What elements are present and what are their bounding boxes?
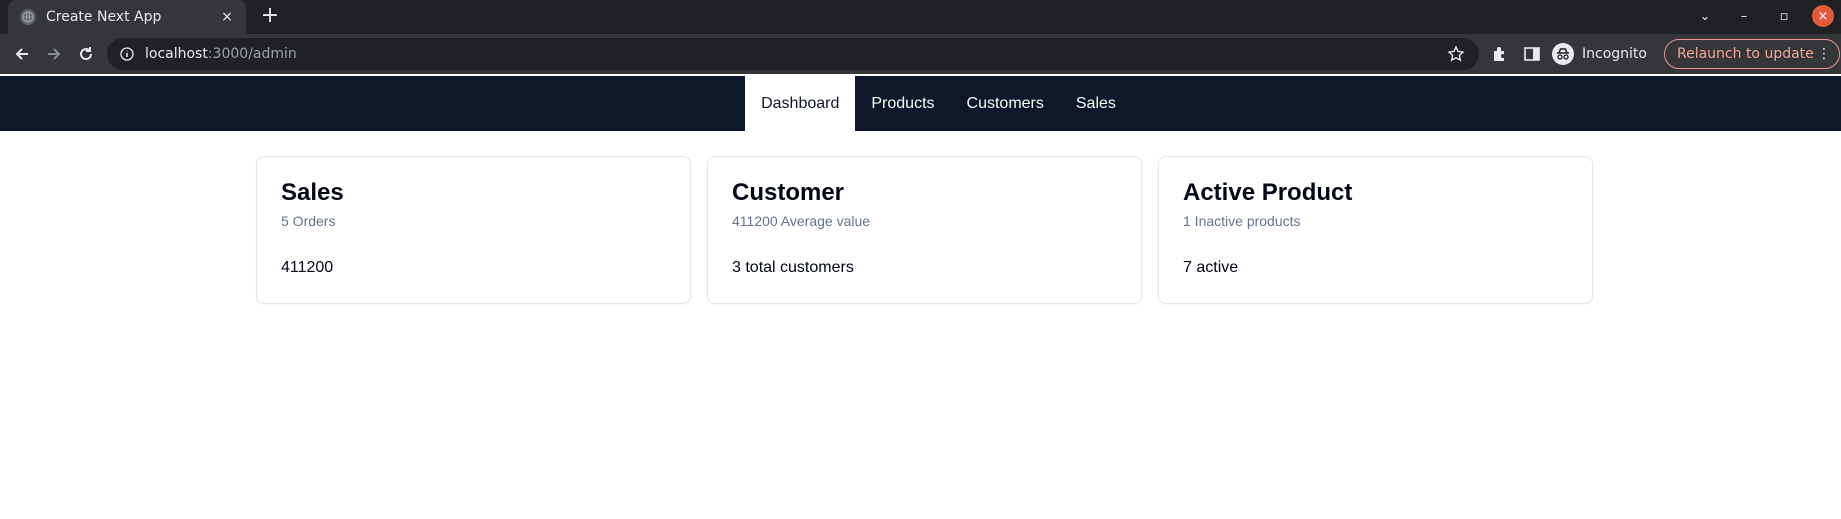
- nav-link-sales[interactable]: Sales: [1060, 76, 1132, 131]
- bookmark-star-icon[interactable]: [1447, 45, 1465, 63]
- browser-tabstrip: Create Next App × + ⌄ – ▫ ×: [0, 0, 1841, 34]
- relaunch-label: Relaunch to update: [1677, 46, 1814, 62]
- address-bar[interactable]: localhost:3000/admin: [107, 38, 1479, 70]
- admin-navbar: Dashboard Products Customers Sales: [0, 76, 1841, 131]
- restore-icon[interactable]: ▫: [1772, 4, 1796, 28]
- window-close-icon[interactable]: ×: [1812, 5, 1834, 27]
- incognito-label: Incognito: [1582, 46, 1647, 62]
- menu-dots-icon[interactable]: ⋮: [1817, 46, 1831, 62]
- minimize-icon[interactable]: –: [1732, 4, 1756, 28]
- card-value: 411200: [281, 259, 334, 276]
- site-info-icon[interactable]: [119, 46, 135, 62]
- incognito-profile[interactable]: Incognito: [1552, 39, 1647, 69]
- card-value: 7 active: [1183, 259, 1239, 276]
- card-description: 1 Inactive products: [1183, 213, 1301, 229]
- nav-link-products[interactable]: Products: [855, 76, 950, 131]
- forward-icon[interactable]: [42, 42, 66, 66]
- url-path: :3000/admin: [207, 46, 297, 62]
- url-host: localhost: [145, 46, 208, 62]
- card-description: 411200 Average value: [732, 213, 871, 229]
- card-title: Customer: [732, 179, 845, 206]
- incognito-icon: [1552, 43, 1574, 65]
- side-panel-icon[interactable]: [1522, 44, 1542, 64]
- active-product-card: Active Product 1 Inactive products 7 act…: [1158, 156, 1593, 304]
- card-description: 5 Orders: [281, 213, 336, 229]
- sales-card: Sales 5 Orders 411200: [256, 156, 691, 304]
- browser-toolbar: localhost:3000/admin Incognito Relaunch …: [0, 34, 1841, 74]
- card-value: 3 total customers: [732, 259, 854, 276]
- nav-link-dashboard[interactable]: Dashboard: [745, 76, 856, 131]
- browser-tab[interactable]: Create Next App ×: [8, 0, 246, 34]
- reload-icon[interactable]: [74, 42, 98, 66]
- dashboard-cards: Sales 5 Orders 411200 Customer 411200 Av…: [256, 156, 1593, 304]
- extensions-icon[interactable]: [1490, 44, 1510, 64]
- relaunch-button[interactable]: Relaunch to update ⋮: [1664, 39, 1840, 69]
- customer-card: Customer 411200 Average value 3 total cu…: [707, 156, 1142, 304]
- close-tab-icon[interactable]: ×: [218, 8, 236, 26]
- nav-links: Dashboard Products Customers Sales: [745, 76, 1132, 131]
- new-tab-button[interactable]: +: [258, 5, 282, 28]
- globe-icon: [20, 9, 36, 25]
- card-title: Sales: [281, 179, 344, 206]
- nav-link-customers[interactable]: Customers: [951, 76, 1060, 131]
- back-icon[interactable]: [10, 42, 34, 66]
- card-title: Active Product: [1183, 179, 1353, 206]
- tab-search-icon[interactable]: ⌄: [1693, 4, 1717, 28]
- tab-title: Create Next App: [46, 9, 162, 25]
